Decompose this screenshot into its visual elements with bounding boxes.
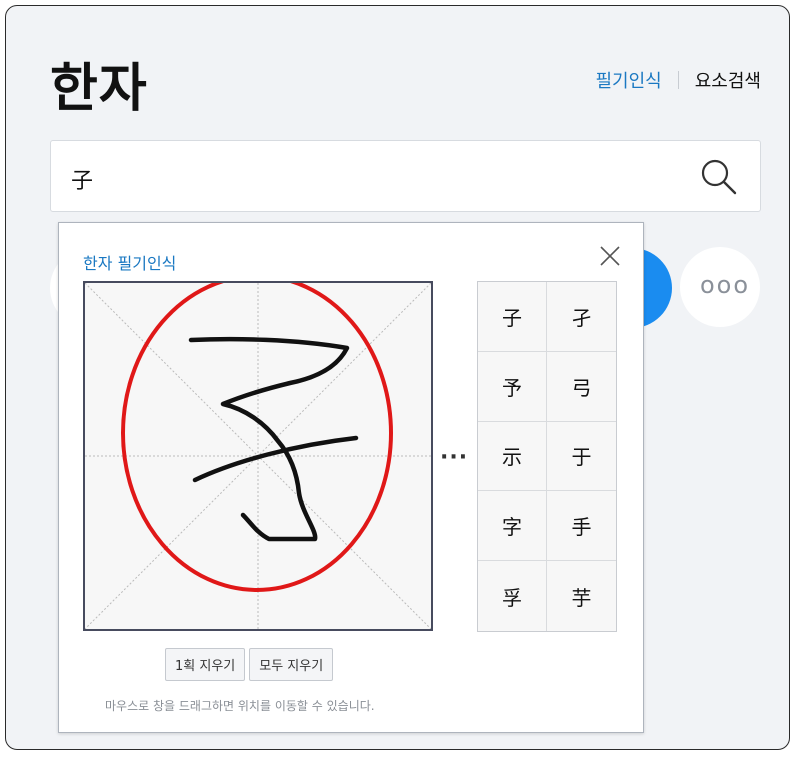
radical-search-link[interactable]: 요소검색 <box>695 67 761 93</box>
candidate-cell[interactable]: 弓 <box>547 351 616 422</box>
search-icon[interactable] <box>700 158 738 196</box>
link-divider <box>677 71 679 89</box>
handwriting-link[interactable]: 필기인식 <box>596 67 662 93</box>
top-links: 필기인식 요소검색 <box>596 67 761 93</box>
clear-all-button[interactable]: 모두 지우기 <box>249 648 334 681</box>
candidate-cell[interactable]: 于 <box>547 421 616 492</box>
candidate-cell[interactable]: 孚 <box>478 561 547 631</box>
candidate-cell[interactable]: 予 <box>478 351 547 422</box>
handwriting-panel[interactable]: 한자 필기인식 ··· 子 孑 予 弓 示 于 字 手 孚 芋 1획 지우기 모… <box>58 222 644 733</box>
candidate-cell[interactable]: 示 <box>478 421 547 492</box>
canvas-drawing <box>85 283 431 629</box>
drag-hint-text: 마우스로 창을 드래그하면 위치를 이동할 수 있습니다. <box>105 699 375 713</box>
panel-title: 한자 필기인식 <box>83 254 177 273</box>
candidate-cell[interactable]: 孑 <box>547 282 616 352</box>
close-icon[interactable] <box>599 245 621 267</box>
ellipsis-separator: ··· <box>440 445 469 470</box>
candidate-cell[interactable]: 子 <box>478 282 547 352</box>
search-input[interactable]: 子 <box>71 163 93 195</box>
candidate-cell[interactable]: 手 <box>547 491 616 562</box>
dictionary-window: 한자 필기인식 요소검색 子 로 ooo 한자 필기인식 <box>5 5 790 750</box>
ink-stroke <box>188 336 350 542</box>
more-dots-icon: ooo <box>700 271 751 299</box>
candidate-cell[interactable]: 芋 <box>547 561 616 631</box>
handwriting-canvas[interactable] <box>83 281 433 631</box>
candidate-grid: 子 孑 予 弓 示 于 字 手 孚 芋 <box>477 281 617 632</box>
search-box[interactable]: 子 <box>50 140 761 212</box>
clear-one-stroke-button[interactable]: 1획 지우기 <box>165 648 246 681</box>
more-button[interactable]: ooo <box>680 247 760 327</box>
page-title: 한자 <box>50 59 148 119</box>
candidate-cell[interactable]: 字 <box>478 491 547 562</box>
canvas-controls: 1획 지우기 모두 지우기 <box>165 648 334 681</box>
